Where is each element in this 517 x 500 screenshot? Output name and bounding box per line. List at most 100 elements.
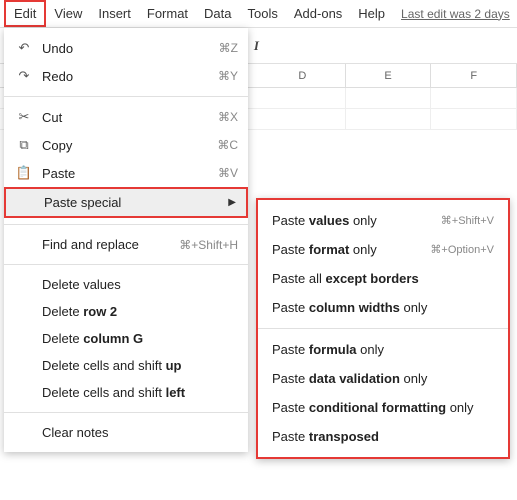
menu-data[interactable]: Data xyxy=(196,2,239,25)
t: only xyxy=(400,300,427,315)
copy-icon: ⧉ xyxy=(14,137,34,153)
paste-except-borders[interactable]: Paste all except borders xyxy=(258,264,508,293)
menu-label: Cut xyxy=(34,110,218,125)
shortcut: ⌘+Option+V xyxy=(430,243,494,256)
menu-label: Paste special xyxy=(36,195,228,210)
menu-view[interactable]: View xyxy=(46,2,90,25)
tb: formula xyxy=(309,342,357,357)
paste-icon: 📋 xyxy=(14,165,34,181)
t: Paste xyxy=(272,429,309,444)
t: Paste xyxy=(272,242,309,257)
text-bold: up xyxy=(166,358,182,373)
separator xyxy=(4,96,248,97)
shortcut: ⌘+Shift+H xyxy=(179,238,238,252)
sub-label: Paste transposed xyxy=(272,429,494,444)
cell[interactable] xyxy=(260,88,346,108)
menu-undo[interactable]: ↶ Undo ⌘Z xyxy=(4,34,248,62)
tb: format xyxy=(309,242,349,257)
t: Paste xyxy=(272,342,309,357)
menu-label: Redo xyxy=(34,69,218,84)
cell[interactable] xyxy=(346,88,432,108)
col-header[interactable]: E xyxy=(346,64,432,87)
shortcut: ⌘X xyxy=(218,110,238,124)
separator xyxy=(4,224,248,225)
col-header[interactable]: F xyxy=(431,64,517,87)
menu-addons[interactable]: Add-ons xyxy=(286,2,350,25)
t: only xyxy=(357,342,384,357)
edit-dropdown: ↶ Undo ⌘Z ↷ Redo ⌘Y ✂ Cut ⌘X ⧉ Copy ⌘C 📋… xyxy=(4,28,248,452)
menu-delete-values[interactable]: Delete values xyxy=(4,271,248,298)
paste-data-validation[interactable]: Paste data validation only xyxy=(258,364,508,393)
menu-paste-special[interactable]: Paste special ▶ xyxy=(4,187,248,218)
cut-icon: ✂ xyxy=(14,109,34,125)
tb: data validation xyxy=(309,371,400,386)
tb: conditional formatting xyxy=(309,400,446,415)
shortcut: ⌘C xyxy=(217,138,238,152)
menu-format[interactable]: Format xyxy=(139,2,196,25)
menu-label: Delete row 2 xyxy=(34,304,238,319)
menu-insert[interactable]: Insert xyxy=(90,2,139,25)
menu-paste[interactable]: 📋 Paste ⌘V xyxy=(4,159,248,187)
menu-clear-notes[interactable]: Clear notes xyxy=(4,419,248,446)
menu-edit[interactable]: Edit xyxy=(4,0,46,27)
paste-conditional-formatting[interactable]: Paste conditional formatting only xyxy=(258,393,508,422)
paste-transposed[interactable]: Paste transposed xyxy=(258,422,508,451)
tb: column widths xyxy=(309,300,400,315)
sub-label: Paste format only xyxy=(272,242,430,257)
menu-label: Paste xyxy=(34,166,218,181)
paste-values-only[interactable]: Paste values only ⌘+Shift+V xyxy=(258,206,508,235)
menu-label: Delete values xyxy=(34,277,238,292)
menu-find-replace[interactable]: Find and replace ⌘+Shift+H xyxy=(4,231,248,258)
shortcut: ⌘Y xyxy=(218,69,238,83)
menu-label: Clear notes xyxy=(34,425,238,440)
menu-label: Find and replace xyxy=(34,237,179,252)
redo-icon: ↷ xyxy=(14,68,34,84)
undo-icon: ↶ xyxy=(14,40,34,56)
submenu-arrow-icon: ▶ xyxy=(228,197,236,208)
separator xyxy=(4,264,248,265)
menubar: Edit View Insert Format Data Tools Add-o… xyxy=(0,0,517,28)
sub-label: Paste formula only xyxy=(272,342,494,357)
paste-format-only[interactable]: Paste format only ⌘+Option+V xyxy=(258,235,508,264)
paste-column-widths[interactable]: Paste column widths only xyxy=(258,293,508,322)
menu-label: Undo xyxy=(34,41,219,56)
italic-button[interactable]: I xyxy=(248,36,265,56)
t: Paste xyxy=(272,371,309,386)
menu-cut[interactable]: ✂ Cut ⌘X xyxy=(4,103,248,131)
t: only xyxy=(349,213,376,228)
menu-redo[interactable]: ↷ Redo ⌘Y xyxy=(4,62,248,90)
t: Paste xyxy=(272,300,309,315)
menu-label: Delete cells and shift up xyxy=(34,358,238,373)
tb: values xyxy=(309,213,349,228)
t: only xyxy=(349,242,376,257)
menu-delete-row[interactable]: Delete row 2 xyxy=(4,298,248,325)
menu-delete-shift-left[interactable]: Delete cells and shift left xyxy=(4,379,248,406)
cell[interactable] xyxy=(260,109,346,129)
cell[interactable] xyxy=(346,109,432,129)
sub-label: Paste data validation only xyxy=(272,371,494,386)
paste-special-submenu: Paste values only ⌘+Shift+V Paste format… xyxy=(256,198,510,459)
menu-copy[interactable]: ⧉ Copy ⌘C xyxy=(4,131,248,159)
tb: except borders xyxy=(325,271,418,286)
menu-tools[interactable]: Tools xyxy=(240,2,286,25)
menu-delete-column[interactable]: Delete column G xyxy=(4,325,248,352)
last-edit-link[interactable]: Last edit was 2 days xyxy=(401,7,510,21)
text-bold: row 2 xyxy=(83,304,117,319)
text: Delete cells and shift xyxy=(42,385,166,400)
t: only xyxy=(400,371,427,386)
cell[interactable] xyxy=(431,109,517,129)
sub-label: Paste values only xyxy=(272,213,441,228)
tb: transposed xyxy=(309,429,379,444)
sub-label: Paste all except borders xyxy=(272,271,494,286)
sub-label: Paste column widths only xyxy=(272,300,494,315)
cell[interactable] xyxy=(431,88,517,108)
sub-label: Paste conditional formatting only xyxy=(272,400,494,415)
menu-help[interactable]: Help xyxy=(350,2,393,25)
paste-formula-only[interactable]: Paste formula only xyxy=(258,335,508,364)
text: Delete xyxy=(42,331,83,346)
menu-delete-shift-up[interactable]: Delete cells and shift up xyxy=(4,352,248,379)
menu-label: Copy xyxy=(34,138,217,153)
shortcut: ⌘Z xyxy=(219,41,238,55)
col-header[interactable]: D xyxy=(260,64,346,87)
text: Delete xyxy=(42,304,83,319)
